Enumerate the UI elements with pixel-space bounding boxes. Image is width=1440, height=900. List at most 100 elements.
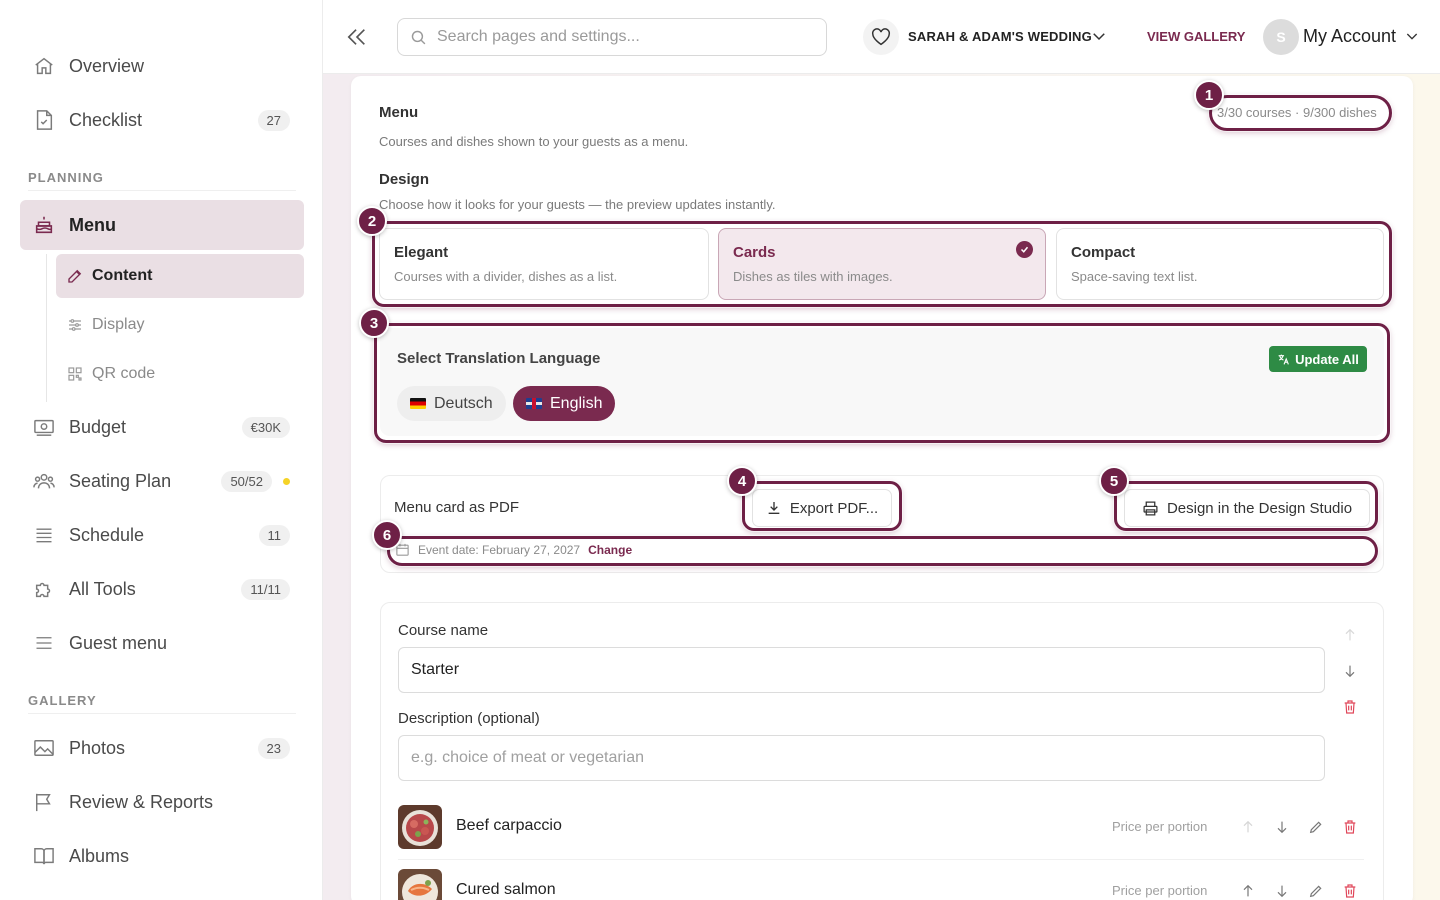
sidebar-item-menu[interactable]: Menu: [20, 200, 304, 250]
dish-row: Beef carpaccio Price per portion: [398, 799, 1364, 859]
callout-number-6: 6: [372, 520, 402, 550]
language-label: English: [550, 394, 603, 412]
sidebar-item-label: Menu: [69, 214, 116, 235]
design-option-cards[interactable]: Cards Dishes as tiles with images.: [718, 228, 1046, 300]
translate-icon: [1277, 353, 1290, 366]
pdf-title: Menu card as PDF: [394, 499, 520, 516]
event-selector[interactable]: SARAH & ADAM'S WEDDING: [908, 29, 1092, 44]
divider: [28, 190, 296, 191]
section-label-gallery: GALLERY: [28, 693, 97, 708]
puzzle-icon: [32, 577, 56, 601]
count-badge: €30K: [241, 416, 290, 438]
divider: [28, 713, 296, 714]
chevron-down-icon[interactable]: [1090, 27, 1108, 50]
download-icon: [766, 500, 782, 516]
update-all-button[interactable]: Update All: [1269, 346, 1367, 372]
pencil-icon[interactable]: [1306, 817, 1326, 837]
sidebar-subitem-qr[interactable]: QR code: [56, 352, 304, 396]
book-icon: [32, 844, 56, 868]
callout-number-3: 3: [359, 308, 389, 338]
trash-icon[interactable]: [1340, 697, 1360, 717]
view-gallery-link[interactable]: VIEW GALLERY: [1147, 29, 1245, 44]
count-badge: 11: [258, 524, 290, 546]
sidebar-item-budget[interactable]: Budget €30K: [20, 403, 304, 451]
sidebar-item-albums[interactable]: Albums: [20, 832, 304, 880]
event-date-row: Event date: February 27, 2027 Change: [395, 542, 632, 557]
design-option-title: Compact: [1071, 244, 1136, 261]
top-bar: SARAH & ADAM'S WEDDING VIEW GALLERY S My…: [323, 0, 1440, 74]
qr-code-icon: [66, 365, 84, 383]
sidebar-item-label: Checklist: [69, 109, 143, 130]
sidebar-subitem-label: QR code: [92, 365, 156, 382]
check-icon: [1016, 241, 1033, 258]
dish-image: [398, 869, 442, 900]
edit-icon: [66, 267, 84, 285]
uk-flag-icon: [526, 398, 542, 409]
chevron-down-icon[interactable]: [1404, 27, 1420, 50]
sidebar-item-label: Guest menu: [69, 632, 168, 653]
trash-icon[interactable]: [1340, 881, 1360, 900]
heart-icon: [863, 19, 899, 55]
language-chip-deutsch[interactable]: Deutsch: [397, 386, 506, 421]
sidebar-item-photos[interactable]: Photos 23: [20, 724, 304, 772]
cake-icon: [32, 213, 56, 237]
sidebar-item-label: Albums: [69, 845, 130, 866]
dish-price-placeholder[interactable]: Price per portion: [1112, 883, 1207, 898]
dish-price-placeholder[interactable]: Price per portion: [1112, 819, 1207, 834]
trash-icon[interactable]: [1340, 817, 1360, 837]
arrow-down-icon[interactable]: [1340, 661, 1360, 681]
printer-icon: [1142, 500, 1159, 517]
design-option-compact[interactable]: Compact Space-saving text list.: [1056, 228, 1384, 300]
course-dish-counts: 3/30 courses · 9/300 dishes: [1217, 105, 1377, 120]
update-all-label: Update All: [1295, 351, 1359, 367]
count-badge: 23: [257, 737, 290, 759]
dish-row: Cured salmon Price per portion: [398, 863, 1364, 900]
sidebar-item-review[interactable]: Review & Reports: [20, 778, 304, 826]
arrow-up-icon[interactable]: [1238, 817, 1258, 837]
sidebar-item-schedule[interactable]: Schedule 11: [20, 511, 304, 559]
design-option-elegant[interactable]: Elegant Courses with a divider, dishes a…: [379, 228, 709, 300]
export-pdf-label: Export PDF...: [789, 499, 879, 517]
sidebar-item-seating[interactable]: Seating Plan 50/52: [20, 457, 304, 505]
people-icon: [32, 469, 56, 493]
callout-number-2: 2: [357, 206, 387, 236]
language-chip-english[interactable]: English: [513, 386, 616, 421]
sidebar-subitem-content[interactable]: Content: [56, 254, 304, 298]
hamburger-icon: [32, 631, 56, 655]
menu-description: Courses and dishes shown to your guests …: [379, 134, 689, 149]
avatar[interactable]: S: [1263, 19, 1299, 55]
sidebar-item-overview[interactable]: Overview: [20, 42, 304, 90]
course-name-input[interactable]: [398, 647, 1325, 693]
arrow-up-icon[interactable]: [1340, 625, 1360, 645]
money-icon: [32, 415, 56, 439]
callout-number-4: 4: [727, 466, 757, 496]
account-menu[interactable]: My Account: [1303, 26, 1396, 47]
sidebar-subitem-display[interactable]: Display: [56, 303, 304, 347]
status-dot: [283, 478, 290, 485]
callout-number-1: 1: [1194, 80, 1224, 110]
arrow-down-icon[interactable]: [1272, 817, 1292, 837]
sidebar-item-checklist[interactable]: Checklist 27: [20, 96, 304, 144]
submenu-line: [46, 254, 47, 402]
event-date-text: Event date: February 27, 2027: [418, 542, 581, 557]
sidebar: Overview Checklist 27 PLANNING Menu Cont…: [0, 0, 323, 900]
sidebar-item-tools[interactable]: All Tools 11/11: [20, 565, 304, 613]
arrow-down-icon[interactable]: [1272, 881, 1292, 900]
change-date-link[interactable]: Change: [588, 543, 632, 557]
german-flag-icon: [410, 398, 426, 409]
collapse-sidebar-icon[interactable]: [345, 24, 369, 50]
design-option-desc: Courses with a divider, dishes as a list…: [394, 269, 618, 284]
list-icon: [32, 523, 56, 547]
arrow-up-icon[interactable]: [1238, 881, 1258, 900]
section-title-design: Design: [379, 171, 430, 188]
sidebar-item-label: Schedule: [69, 524, 145, 545]
export-pdf-button[interactable]: Export PDF...: [752, 489, 892, 527]
course-description-input[interactable]: [398, 735, 1325, 781]
search-box: [397, 18, 827, 56]
language-label: Deutsch: [434, 394, 493, 412]
design-studio-button[interactable]: Design in the Design Studio: [1124, 489, 1370, 527]
sidebar-item-guest-menu[interactable]: Guest menu: [20, 619, 304, 667]
course-name-label: Course name: [398, 622, 489, 639]
search-input[interactable]: [437, 28, 797, 46]
pencil-icon[interactable]: [1306, 881, 1326, 900]
